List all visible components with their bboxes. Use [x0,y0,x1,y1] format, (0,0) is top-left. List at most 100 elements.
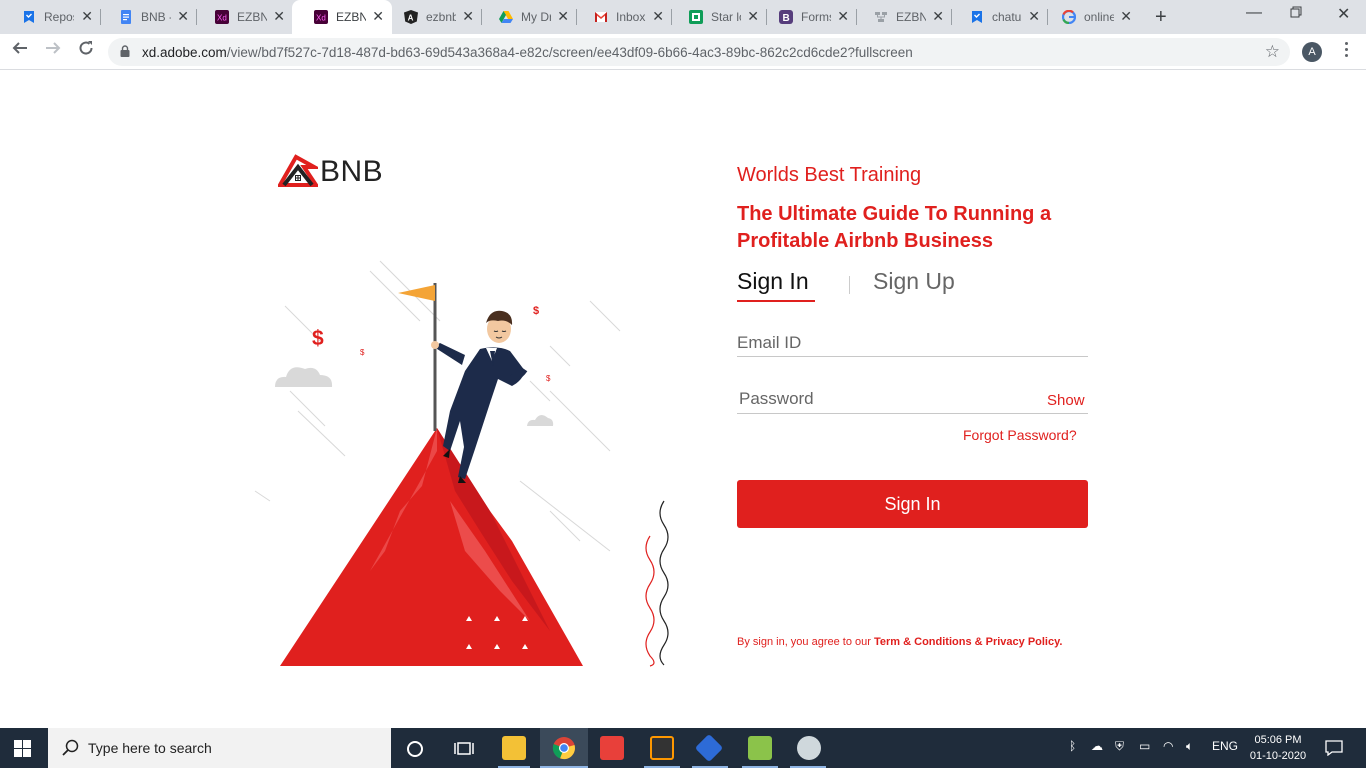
bootstrap-icon: B [779,10,793,24]
tab-label: EZBN [896,10,926,24]
google-drive-icon [499,11,513,23]
restore-icon [1290,6,1302,18]
notifications-icon[interactable] [1325,740,1343,756]
onedrive-icon[interactable]: ☁ [1091,739,1103,753]
volume-icon[interactable]: 🔈︎ [1186,739,1193,754]
angular-icon: A [404,10,418,24]
dollar-sign: $ [546,374,551,383]
browser-tab[interactable]: Repos ✕ [0,0,101,34]
start-button[interactable] [14,740,31,757]
bookmark-icon [972,11,982,23]
google-icon [1062,10,1076,24]
close-tab-icon[interactable]: ✕ [837,9,849,23]
browser-toolbar: xd.adobe.com/view/bd7f527c-7d18-487d-bd6… [0,34,1366,70]
forgot-password-link[interactable]: Forgot Password? [963,427,1077,443]
browser-tab[interactable]: online ✕ [1040,0,1140,34]
close-tab-icon[interactable]: ✕ [1028,9,1040,23]
system-clock[interactable]: 05:06 PM 01-10-2020 [1248,732,1308,764]
tab-sign-in[interactable]: Sign In [737,268,809,295]
back-button[interactable] [12,40,28,61]
svg-text:A: A [408,14,414,23]
cloud-right [527,414,554,426]
close-tab-icon[interactable]: ✕ [932,9,944,23]
clock-time: 05:06 PM [1254,734,1302,746]
close-tab-icon[interactable]: ✕ [1120,9,1132,23]
svg-text:Xd: Xd [316,14,326,23]
dollar-sign: $ [312,327,324,350]
mountain-businessman-illustration: $ $ $ $ [254,260,669,667]
terms-link[interactable]: Term & Conditions & Privacy Policy. [874,636,1062,648]
adobe-xd-icon: Xd [215,10,229,24]
git-client-icon[interactable] [600,736,624,760]
search-placeholder: Type here to search [88,740,212,756]
tab-label: Star lo [711,10,741,24]
cortana-icon[interactable] [406,740,424,758]
tab-label: Inbox [616,10,646,24]
browser-tab[interactable]: BNB - ✕ [97,0,197,34]
tab-label: EZBNI [237,10,267,24]
tab-label: My Dr [521,10,551,24]
close-tab-icon[interactable]: ✕ [81,9,93,23]
tagline: Worlds Best Training [737,164,922,186]
tab-label: EZBNI [336,10,366,24]
close-tab-icon[interactable]: ✕ [177,9,189,23]
address-bar[interactable]: xd.adobe.com/view/bd7f527c-7d18-487d-bd6… [108,38,1290,66]
minimize-button[interactable]: — [1246,4,1262,22]
windows-taskbar: Type here to search ᛒ ☁ ⛨ ▭ ◠ 🔈︎ ENG 05:… [0,728,1366,768]
squiggle-black [659,500,669,666]
browser-tab[interactable]: A ezbnb ✕ [382,0,482,34]
wifi-icon[interactable]: ◠ [1163,739,1173,753]
browser-tab[interactable]: EZBN ✕ [852,0,952,34]
browser-tab[interactable]: Star lo ✕ [667,0,767,34]
close-tab-icon[interactable]: ✕ [462,9,474,23]
close-tab-icon[interactable]: ✕ [273,9,285,23]
reload-button[interactable] [78,40,94,61]
browser-tab[interactable]: chatu ✕ [948,0,1048,34]
chrome-icon[interactable] [552,736,576,760]
tab-label: online [1084,10,1114,24]
close-tab-icon[interactable]: ✕ [652,9,664,23]
file-explorer-icon[interactable] [502,736,526,760]
new-tab-button[interactable]: + [1155,6,1167,29]
password-input[interactable] [737,385,1088,414]
browser-menu-button[interactable] [1345,42,1349,60]
profile-avatar[interactable]: A [1302,42,1322,62]
browser-tab-active[interactable]: Xd EZBNI ✕ [292,0,392,34]
browser-tab[interactable]: Xd EZBNI ✕ [193,0,293,34]
close-tab-icon[interactable]: ✕ [557,9,569,23]
battery-icon[interactable]: ▭ [1139,739,1150,753]
tab-sign-up[interactable]: Sign Up [873,268,955,295]
security-icon[interactable]: ⛨ [1115,739,1124,754]
reload-icon [79,41,93,55]
svg-text:Xd: Xd [217,14,227,23]
browser-tab[interactable]: B Forms ✕ [757,0,857,34]
back-arrow-icon [12,42,27,54]
bookmark-star-icon[interactable]: ☆ [1265,42,1280,62]
show-password-link[interactable]: Show [1047,392,1085,409]
house-logo-icon [278,154,318,187]
language-indicator[interactable]: ENG [1212,739,1238,753]
sublime-text-icon[interactable] [650,736,674,760]
paint-icon[interactable] [797,736,821,760]
sourcetree-icon[interactable] [694,733,724,763]
logo-text: BNB [320,155,384,188]
forward-button[interactable] [45,40,61,61]
close-window-button[interactable]: ✕ [1337,4,1350,24]
browser-tab[interactable]: Inbox ✕ [572,0,672,34]
dollar-sign: $ [533,305,539,317]
search-icon [62,739,79,756]
restore-button[interactable] [1290,5,1302,23]
email-input[interactable] [737,330,1088,357]
task-view-icon[interactable] [454,740,474,758]
bluetooth-icon[interactable]: ᛒ [1069,739,1076,753]
notepad-plus-icon[interactable] [748,736,772,760]
taskbar-search[interactable]: Type here to search [48,728,391,768]
browser-tab[interactable]: My Dr ✕ [477,0,577,34]
page-title: The Ultimate Guide To Running a Profitab… [737,203,1052,252]
dollar-sign: $ [360,348,365,357]
forward-arrow-icon [46,42,61,54]
browser-tab-strip: Repos ✕ BNB - ✕ Xd EZBNI ✕ Xd EZBNI ✕ A … [0,0,1366,34]
tab-label: chatu [992,10,1022,24]
sign-in-button[interactable]: Sign In [737,480,1088,528]
url-path: /view/bd7f527c-7d18-487d-bd63-69d543a368… [226,45,913,60]
